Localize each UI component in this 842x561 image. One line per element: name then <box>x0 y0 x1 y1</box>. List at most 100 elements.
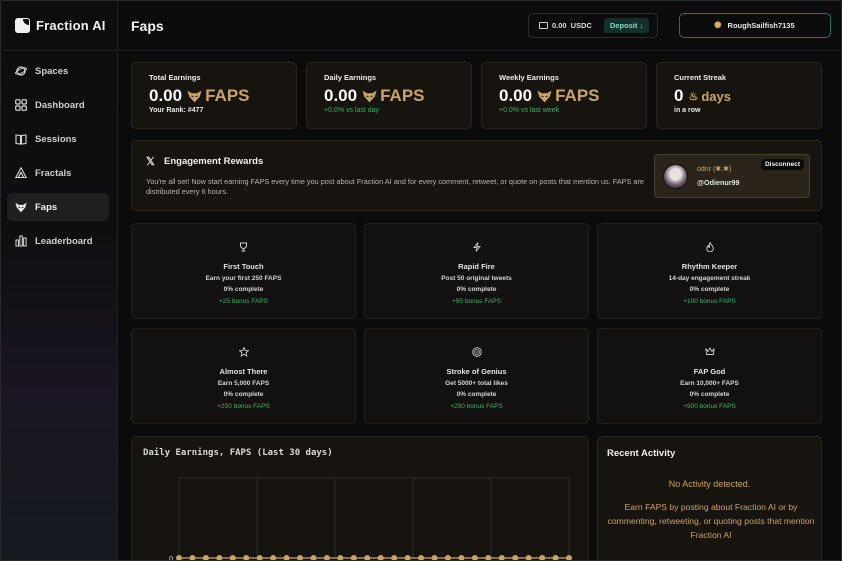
book-icon <box>15 133 27 145</box>
stat-card-total: Total Earnings 0.00 FAPS Your Rank: #477 <box>131 62 297 129</box>
wallet-icon <box>539 22 548 29</box>
recent-activity-card: Recent Activity No Activity detected. Ea… <box>597 436 822 560</box>
achievement-desc: Earn 5,000 FAPS <box>217 380 270 387</box>
flame-icon: ♨ <box>688 90 699 103</box>
stat-card-daily: Daily Earnings 0.00 FAPS +0.0% vs last d… <box>306 62 472 129</box>
achievement-desc: 14-day engagement streak <box>668 275 751 282</box>
sidebar-item-sessions[interactable]: Sessions <box>7 125 109 153</box>
fraction-logo-icon <box>15 18 30 33</box>
app-window: Fraction AI Spaces Dashboard Sessions Fr… <box>0 0 842 561</box>
data-point[interactable] <box>297 555 304 561</box>
achievement-card: First Touch Earn your first 250 FAPS 0% … <box>131 223 356 319</box>
stat-sub: +0.0% vs last week <box>499 107 560 114</box>
data-point[interactable] <box>176 555 182 561</box>
data-point[interactable] <box>471 555 478 561</box>
data-point[interactable] <box>418 555 425 561</box>
planet-icon <box>15 65 27 77</box>
sidebar-item-dashboard[interactable]: Dashboard <box>7 91 109 119</box>
stat-number: 0.00 <box>324 86 358 105</box>
sidebar-item-leaderboard[interactable]: Leaderboard <box>7 227 109 255</box>
lightning-icon <box>365 242 588 253</box>
chart-plot: 0 <box>169 477 572 561</box>
data-point[interactable] <box>498 555 505 561</box>
activity-title: Recent Activity <box>607 448 676 459</box>
deposit-button[interactable]: Deposit ↓ <box>603 18 650 33</box>
data-point[interactable] <box>458 555 465 561</box>
data-point[interactable] <box>525 555 532 561</box>
data-point[interactable] <box>444 555 451 561</box>
sidebar-item-spaces[interactable]: Spaces <box>7 57 109 85</box>
stat-unit: FAPS <box>362 86 425 106</box>
fox-icon <box>15 201 27 213</box>
stat-value: 0.00 FAPS <box>499 86 600 106</box>
data-point[interactable] <box>283 555 290 561</box>
data-point[interactable] <box>485 555 492 561</box>
achievement-desc: Earn your first 250 FAPS <box>205 275 282 282</box>
achievement-title: First Touch <box>223 262 264 271</box>
data-point[interactable] <box>391 555 398 561</box>
data-point[interactable] <box>431 555 438 561</box>
stat-value: 0.00 FAPS <box>324 86 425 106</box>
data-point[interactable] <box>270 555 277 561</box>
sidebar-item-faps[interactable]: Faps <box>7 193 109 221</box>
data-point[interactable] <box>189 555 196 561</box>
achievement-card: Stroke of Genius Get 5000+ total likes 0… <box>364 328 589 424</box>
activity-hint: Earn FAPS by posting about Fraction AI o… <box>607 502 815 540</box>
avatar <box>663 164 688 189</box>
sidebar-item-fractals[interactable]: Fractals <box>7 159 109 187</box>
data-point[interactable] <box>512 555 519 561</box>
wallet-amount: 0.00 <box>552 21 567 30</box>
stat-card-streak: Current Streak 0 ♨ days in a row <box>656 62 822 129</box>
brand[interactable]: Fraction AI <box>1 1 117 51</box>
sidebar-item-label: Spaces <box>35 65 69 77</box>
top-header: Faps 0.00 USDC Deposit ↓ ✺ RoughSailfish… <box>118 1 841 51</box>
data-point[interactable] <box>256 555 263 561</box>
data-point[interactable] <box>243 555 250 561</box>
data-point[interactable] <box>202 555 209 561</box>
wallet-currency: USDC <box>570 21 592 30</box>
daily-earnings-chart: Daily Earnings, FAPS (Last 30 days) 0 <box>131 436 589 561</box>
data-point[interactable] <box>566 555 572 561</box>
main-content: Total Earnings 0.00 FAPS Your Rank: #477… <box>118 51 841 561</box>
data-point[interactable] <box>310 555 317 561</box>
achievement-bonus: +250 bonus FAPS <box>450 403 503 410</box>
username: RoughSailfish7135 <box>727 21 795 30</box>
data-point[interactable] <box>350 555 357 561</box>
data-point[interactable] <box>539 555 546 561</box>
data-point[interactable] <box>337 555 344 561</box>
flame-icon <box>598 241 821 253</box>
data-point[interactable] <box>364 555 371 561</box>
achievement-card: Rapid Fire Post 50 original tweets 0% co… <box>364 223 589 319</box>
unit-label: days <box>701 88 731 104</box>
achievement-title: FAP God <box>693 367 726 376</box>
data-point[interactable] <box>216 555 223 561</box>
data-point[interactable] <box>377 555 384 561</box>
achievement-bonus: +100 bonus FAPS <box>683 298 736 305</box>
user-account-button[interactable]: ✺ RoughSailfish7135 <box>679 13 831 38</box>
stat-value: 0.00 FAPS <box>149 86 250 106</box>
data-point[interactable] <box>552 555 559 561</box>
disconnect-button[interactable]: Disconnect <box>760 159 804 170</box>
chart-grid <box>178 477 570 558</box>
data-point[interactable] <box>404 555 411 561</box>
achievement-desc: Post 50 original tweets <box>441 275 512 282</box>
sidebar-nav: Spaces Dashboard Sessions Fractals Faps … <box>1 51 117 255</box>
fox-icon <box>362 90 377 102</box>
sidebar-item-label: Fractals <box>35 167 72 179</box>
crown-icon <box>598 347 821 358</box>
sidebar: Fraction AI Spaces Dashboard Sessions Fr… <box>1 1 118 560</box>
brand-name: Fraction AI <box>36 18 106 33</box>
achievement-progress: 0% complete <box>456 391 497 398</box>
sidebar-item-label: Leaderboard <box>35 235 93 247</box>
stat-card-weekly: Weekly Earnings 0.00 FAPS +0.0% vs last … <box>481 62 647 129</box>
stat-label: Total Earnings <box>149 73 201 82</box>
sidebar-item-label: Dashboard <box>35 99 85 111</box>
achievement-card: Rhythm Keeper 14-day engagement streak 0… <box>597 223 822 319</box>
data-point[interactable] <box>229 555 236 561</box>
trophy-icon <box>132 242 355 253</box>
data-point[interactable] <box>323 555 330 561</box>
stat-label: Weekly Earnings <box>499 73 559 82</box>
achievement-title: Rapid Fire <box>458 262 495 271</box>
stat-unit: ♨ days <box>688 89 731 104</box>
user-badge-icon: ✺ <box>714 20 722 30</box>
